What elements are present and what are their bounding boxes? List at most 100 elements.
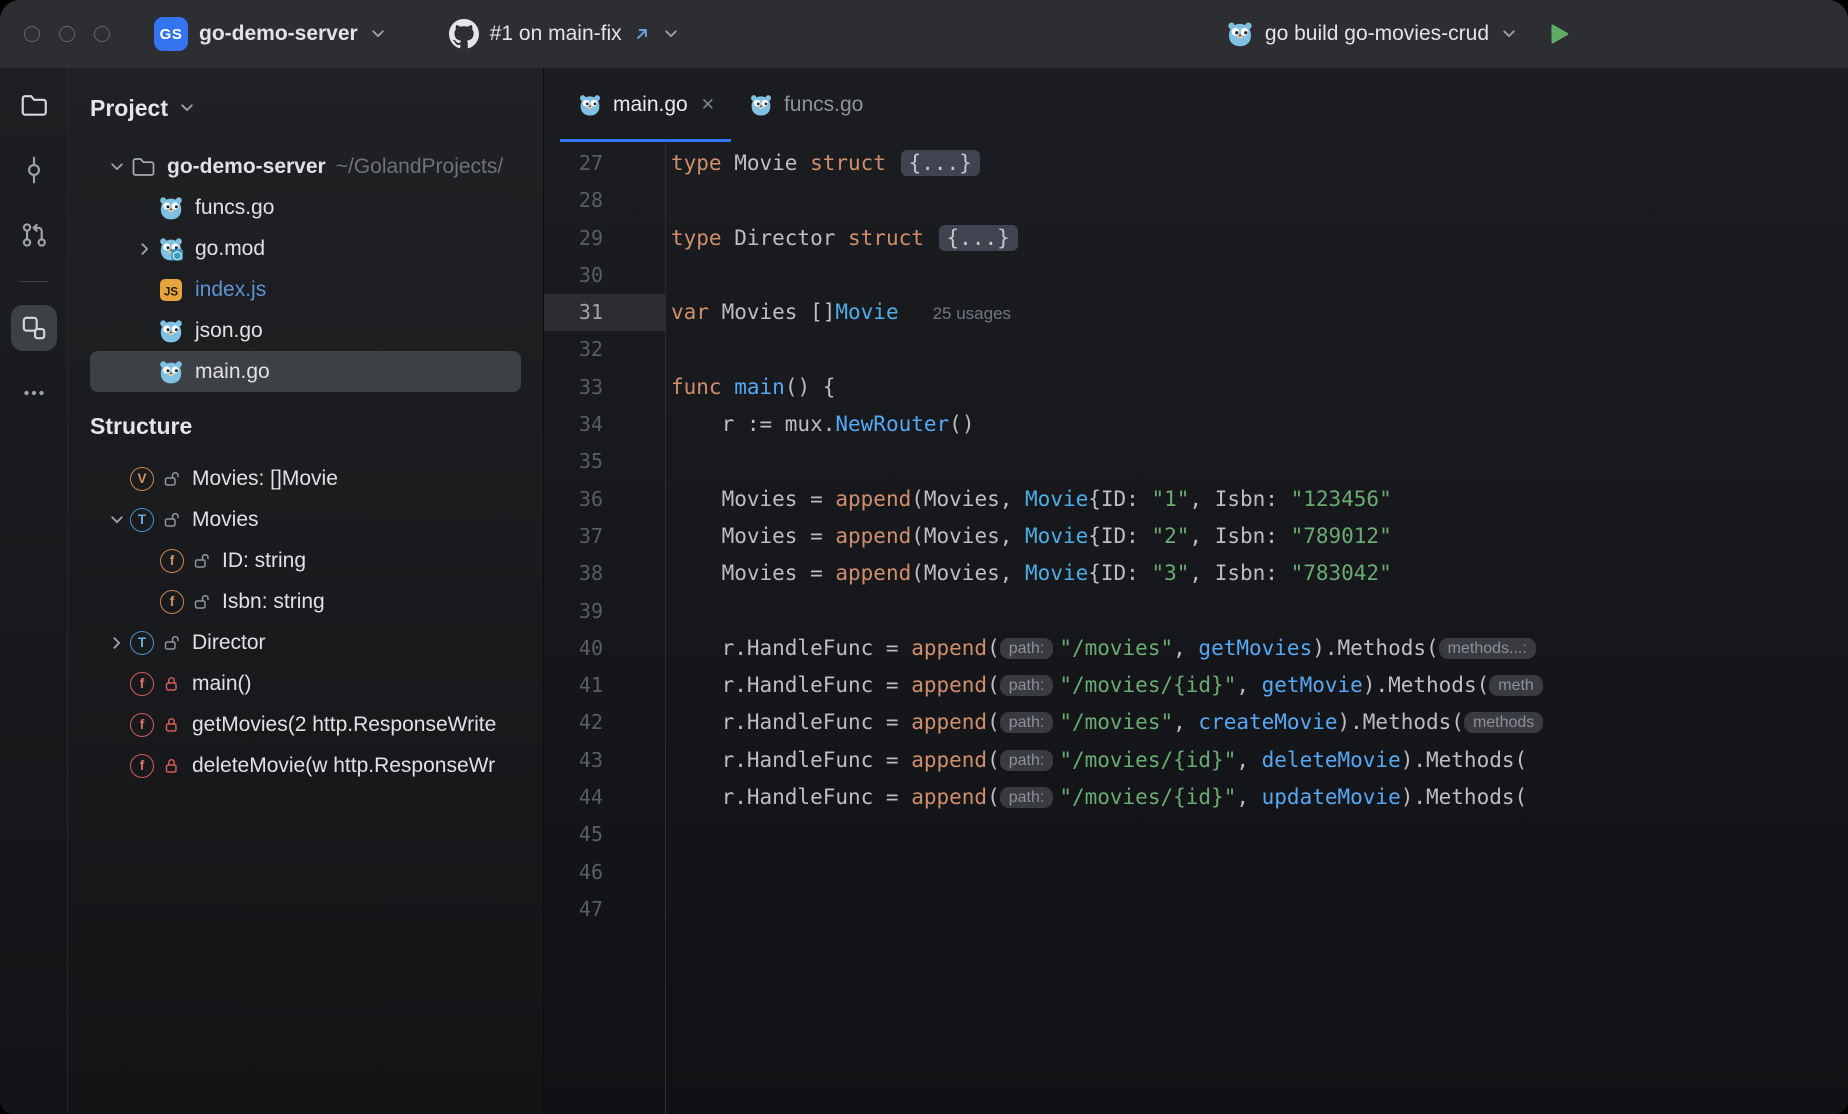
code-token: Movie	[835, 300, 898, 324]
line-number[interactable]: 32	[544, 331, 665, 368]
code-line[interactable]	[671, 891, 1848, 928]
line-number[interactable]: 29	[544, 220, 665, 257]
structure-item-getMovies(2 http.ResponseWrite[interactable]: fgetMovies(2 http.ResponseWrite	[90, 704, 521, 745]
project-tree-item-index.js[interactable]: JSindex.js	[90, 269, 521, 310]
vcs-branch-widget[interactable]: #1 on main-fix	[449, 19, 680, 49]
close-tab-icon[interactable]: ✕	[701, 95, 715, 115]
tool-window-button-structure[interactable]	[11, 305, 57, 351]
run-configuration-selector[interactable]: go build go-movies-crud	[1226, 20, 1518, 48]
parameter-hint: methods	[1464, 712, 1543, 733]
go-gopher-icon	[749, 93, 773, 117]
run-button[interactable]	[1544, 19, 1574, 49]
code-line[interactable]	[671, 331, 1848, 368]
project-tree-item-json.go[interactable]: json.go	[90, 310, 521, 351]
line-number[interactable]: 36	[544, 481, 665, 518]
tool-window-button-commit[interactable]	[11, 147, 57, 193]
line-number[interactable]: 37	[544, 518, 665, 555]
structure-item-Director[interactable]: TDirector	[90, 622, 521, 663]
line-number[interactable]: 45	[544, 816, 665, 853]
project-tree-item-funcs.go[interactable]: funcs.go	[90, 187, 521, 228]
chevron-right-icon[interactable]	[132, 240, 158, 258]
structure-item-Movies: []Movie[interactable]: VMovies: []Movie	[90, 458, 521, 499]
project-tree-item-go-demo-server[interactable]: go-demo-server~/GolandProjects/	[90, 146, 521, 187]
code-line[interactable]	[671, 257, 1848, 294]
js-file-icon: JS	[158, 277, 184, 303]
code-token: () {	[785, 375, 836, 399]
folded-region[interactable]: {...}	[901, 150, 980, 176]
structure-item-ID: string[interactable]: fID: string	[90, 540, 521, 581]
line-number[interactable]: 28	[544, 182, 665, 219]
code-line[interactable]: r.HandleFunc = append(path:"/movies", ge…	[671, 630, 1848, 667]
code-line[interactable]	[671, 182, 1848, 219]
go-gopher-icon	[1226, 20, 1254, 48]
code-line[interactable]: r.HandleFunc = append(path:"/movies", cr…	[671, 704, 1848, 741]
project-tree-item-go.mod[interactable]: go.mod	[90, 228, 521, 269]
code-line[interactable]: type Director struct {...}	[671, 220, 1848, 257]
zoom-window-button[interactable]	[94, 26, 110, 42]
code-token: "3"	[1151, 561, 1189, 585]
structure-item-main()[interactable]: fmain()	[90, 663, 521, 704]
code-line[interactable]: Movies = append(Movies, Movie{ID: "3", I…	[671, 555, 1848, 592]
tab-label: funcs.go	[784, 93, 863, 117]
code-line[interactable]	[671, 593, 1848, 630]
parameter-hint: path:	[1000, 750, 1054, 771]
chevron-down-icon[interactable]	[104, 158, 130, 176]
tab-main.go[interactable]: main.go✕	[560, 68, 731, 142]
chevron-right-icon[interactable]	[104, 634, 130, 652]
close-window-button[interactable]	[24, 26, 40, 42]
code-line[interactable]	[671, 443, 1848, 480]
parameter-hint: path:	[1000, 675, 1054, 696]
project-pane-header[interactable]: Project	[68, 92, 543, 124]
project-tree-item-main.go[interactable]: main.go	[90, 351, 521, 392]
line-number[interactable]: 47	[544, 891, 665, 928]
line-number[interactable]: 43	[544, 742, 665, 779]
line-number[interactable]: 31	[544, 294, 665, 331]
code-line[interactable]: Movies = append(Movies, Movie{ID: "2", I…	[671, 518, 1848, 555]
line-number[interactable]: 38	[544, 555, 665, 592]
code-token: "/movies/{id}"	[1059, 748, 1236, 772]
code-token: (	[987, 710, 1000, 734]
code-line[interactable]: r.HandleFunc = append(path:"/movies/{id}…	[671, 779, 1848, 816]
line-number[interactable]: 39	[544, 593, 665, 630]
structure-item-Movies[interactable]: TMovies	[90, 499, 521, 540]
tool-window-button-project[interactable]	[11, 82, 57, 128]
structure-item-Isbn: string[interactable]: fIsbn: string	[90, 581, 521, 622]
code-token: append	[911, 785, 987, 809]
folded-region[interactable]: {...}	[939, 225, 1018, 251]
usages-hint[interactable]: 25 usages	[933, 304, 1011, 323]
structure-item-deleteMovie(w http.ResponseWr[interactable]: fdeleteMovie(w http.ResponseWr	[90, 745, 521, 786]
code-line[interactable]	[671, 816, 1848, 853]
tab-funcs.go[interactable]: funcs.go	[731, 68, 879, 142]
project-path-hint: ~/GolandProjects/	[336, 155, 504, 179]
line-number[interactable]: 33	[544, 369, 665, 406]
code-line[interactable]: var Movies []Movie25 usages	[671, 294, 1848, 331]
code-line[interactable]: r := mux.NewRouter()	[671, 406, 1848, 443]
chevron-down-icon[interactable]	[104, 511, 130, 529]
code-token: "/movies"	[1059, 710, 1173, 734]
tool-window-button-more[interactable]	[11, 370, 57, 416]
line-number[interactable]: 46	[544, 854, 665, 891]
line-number[interactable]: 35	[544, 443, 665, 480]
project-selector[interactable]: GS go-demo-server	[154, 17, 387, 51]
tool-window-button-pull-requests[interactable]	[11, 212, 57, 258]
code-area: 2728293031323334353637383940414243444546…	[544, 142, 1848, 1114]
line-number[interactable]: 34	[544, 406, 665, 443]
line-number[interactable]: 40	[544, 630, 665, 667]
code-line[interactable]: r.HandleFunc = append(path:"/movies/{id}…	[671, 742, 1848, 779]
code-line[interactable]: type Movie struct {...}	[671, 145, 1848, 182]
line-number[interactable]: 44	[544, 779, 665, 816]
project-pane-title: Project	[90, 95, 168, 122]
code-line[interactable]: r.HandleFunc = append(path:"/movies/{id}…	[671, 667, 1848, 704]
line-number[interactable]: 41	[544, 667, 665, 704]
code-line[interactable]: func main() {	[671, 369, 1848, 406]
code-line[interactable]	[671, 854, 1848, 891]
line-number[interactable]: 30	[544, 257, 665, 294]
code-lines[interactable]: type Movie struct {...} type Director st…	[666, 142, 1848, 1114]
minimize-window-button[interactable]	[59, 26, 75, 42]
go-file-icon	[158, 359, 184, 385]
code-token	[924, 226, 937, 250]
line-number[interactable]: 42	[544, 704, 665, 741]
line-number[interactable]: 27	[544, 145, 665, 182]
editor: main.go✕funcs.go 27282930313233343536373…	[543, 68, 1848, 1114]
code-line[interactable]: Movies = append(Movies, Movie{ID: "1", I…	[671, 481, 1848, 518]
